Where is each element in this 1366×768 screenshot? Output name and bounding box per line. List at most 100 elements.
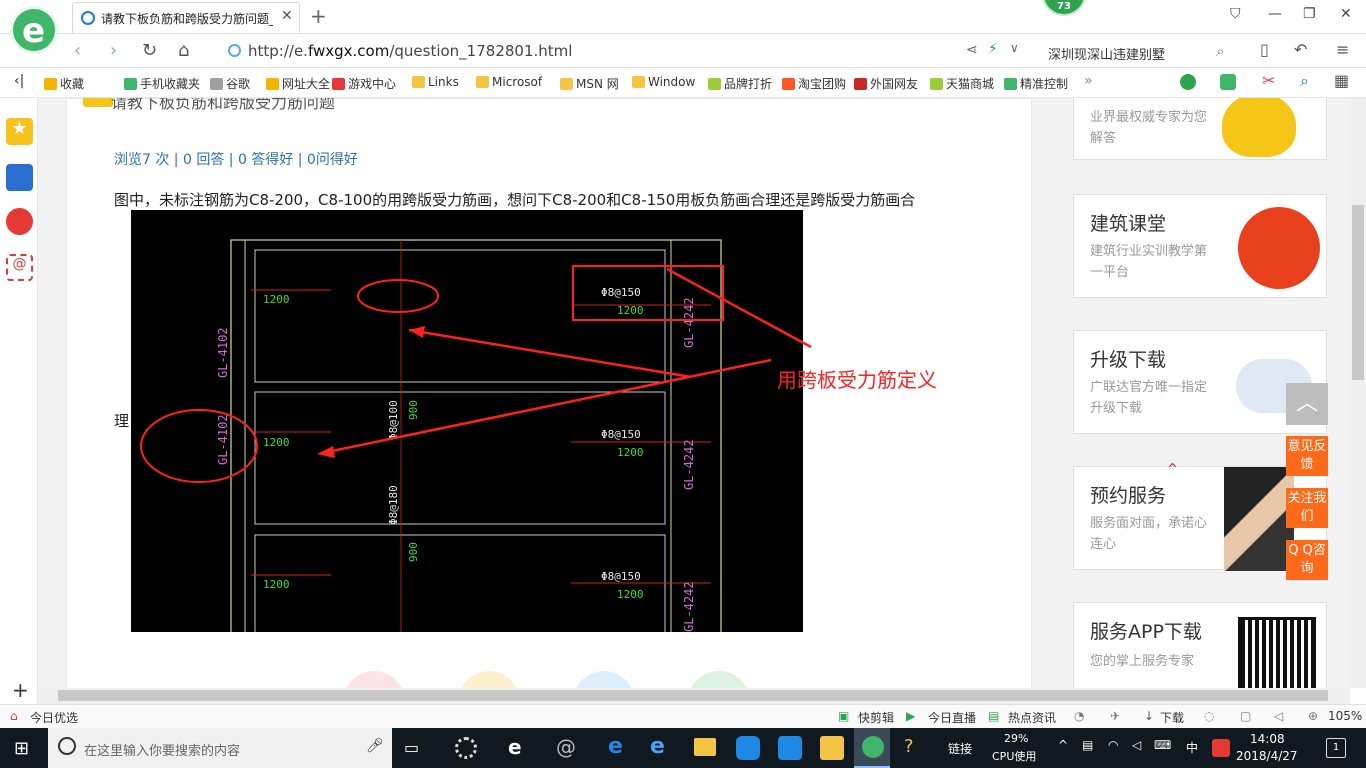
menu-icon[interactable]: ≡ xyxy=(1336,40,1349,59)
statusbar-item[interactable]: 今日直播 xyxy=(928,709,976,726)
sidebar-toggle-icon[interactable]: ‹| xyxy=(14,73,24,89)
vertical-scroll-thumb[interactable] xyxy=(1352,205,1364,380)
weibo-icon[interactable] xyxy=(6,208,33,235)
translate-icon[interactable] xyxy=(1220,74,1236,90)
feedback-button[interactable]: 意见反馈 xyxy=(1286,436,1328,476)
question-stats[interactable]: 浏览7 次 | 0 回答 | 0 答得好 | 0问得好 xyxy=(114,149,358,169)
back-icon[interactable]: ‹ xyxy=(74,40,81,61)
bookmark-item[interactable]: 品牌打折 xyxy=(708,75,772,92)
notification-badge[interactable]: 73 xyxy=(1042,0,1086,16)
bookmark-item[interactable]: 外国网友 xyxy=(854,75,918,92)
pinwheel-app-icon[interactable] xyxy=(455,737,477,759)
bookmark-item[interactable]: 天猫商城 xyxy=(930,75,994,92)
microphone-icon[interactable]: 🎤︎ xyxy=(366,738,384,754)
url-bar[interactable]: http://e.fwxgx.com/question_1782801.html… xyxy=(222,37,1030,65)
notes-app-icon[interactable] xyxy=(820,736,844,760)
bookmark-item[interactable]: 网址大全 xyxy=(266,75,330,92)
bookmark-item[interactable]: Microsof xyxy=(476,75,542,89)
search-box[interactable]: 深圳现深山违建别墅 ⌕ xyxy=(1040,37,1240,65)
bookmark-item[interactable]: 收藏 xyxy=(44,75,84,92)
clean-icon[interactable]: ◌ xyxy=(1204,709,1214,723)
taskbar-search[interactable]: 在这里输入你要搜索的内容 🎤︎ xyxy=(48,728,392,768)
download-link[interactable]: 下载 xyxy=(1160,709,1184,726)
pin-icon[interactable]: ✈ xyxy=(1110,709,1120,723)
action-circle[interactable] xyxy=(458,671,520,688)
clock-time[interactable]: 14:08 xyxy=(1250,732,1285,746)
wifi-icon[interactable]: ◠ xyxy=(1108,738,1118,752)
mail-icon[interactable]: @ xyxy=(6,254,33,281)
scissors-icon[interactable]: ✂ xyxy=(1262,71,1275,90)
follow-us-button[interactable]: 关注我们 xyxy=(1286,488,1328,528)
search-tool-icon[interactable]: ⌕ xyxy=(1300,71,1309,91)
help-app-icon[interactable]: ? xyxy=(904,736,914,757)
sound-icon[interactable]: ◁ xyxy=(1274,709,1283,723)
url-text[interactable]: http://e.fwxgx.com/question_1782801.html xyxy=(248,42,572,60)
bookmark-item[interactable]: 精准控制 xyxy=(1004,75,1068,92)
add-sidebar-icon[interactable]: + xyxy=(12,678,29,702)
shield-icon[interactable] xyxy=(1180,74,1196,90)
action-circle[interactable] xyxy=(688,671,750,688)
back-to-top-button[interactable]: ︿ xyxy=(1286,383,1328,425)
taskbar-search-input[interactable]: 在这里输入你要搜索的内容 xyxy=(84,740,240,759)
clock-date[interactable]: 2018/4/27 xyxy=(1236,749,1298,763)
action-circle[interactable] xyxy=(343,671,405,688)
sogou-ime-icon[interactable] xyxy=(1212,739,1230,757)
edge-icon[interactable]: e xyxy=(608,734,623,759)
reader-icon[interactable] xyxy=(6,164,33,191)
ime-indicator[interactable]: 中 xyxy=(1186,739,1198,756)
bookmark-item[interactable]: Window xyxy=(632,75,695,89)
side-card-app[interactable]: 服务APP下载 您的掌上服务专家 xyxy=(1073,602,1327,688)
new-tab-icon[interactable]: + xyxy=(310,4,327,28)
bookmark-item[interactable]: 游戏中心 xyxy=(332,75,396,92)
plus-app-icon[interactable] xyxy=(778,736,802,760)
side-card-course[interactable]: 建筑课堂 建筑行业实训教学第一平台 xyxy=(1073,194,1327,298)
more-bookmarks-icon[interactable]: » xyxy=(1084,73,1093,89)
keyboard-icon[interactable]: ⌨ xyxy=(1154,738,1171,752)
search-icon[interactable]: ⌕ xyxy=(1216,42,1224,60)
browser-tab[interactable]: 请教下板负筋和跨版受力筋问题_ ✕ xyxy=(72,2,300,33)
bookmark-item[interactable]: 淘宝团购 xyxy=(782,75,846,92)
side-card-expert[interactable]: 业界最权威专家为您解答 xyxy=(1073,98,1327,160)
today-picks-link[interactable]: 今日优选 xyxy=(30,709,78,726)
qq-consult-button[interactable]: Q Q咨询 xyxy=(1286,540,1328,580)
statusbar-item[interactable]: 快剪辑 xyxy=(858,709,894,726)
action-circle[interactable] xyxy=(573,671,635,688)
browser-running-icon[interactable] xyxy=(862,736,884,758)
forward-icon[interactable]: › xyxy=(110,40,117,61)
favorites-star-icon[interactable]: ★ xyxy=(6,118,33,145)
spiral-app-icon[interactable]: @ xyxy=(556,735,576,759)
undo-icon[interactable]: ↶ xyxy=(1294,40,1307,59)
bookmark-item[interactable]: Links xyxy=(412,75,459,89)
tray-app-icon[interactable]: ▤ xyxy=(1082,738,1093,752)
grid-icon[interactable]: ▦ xyxy=(1334,71,1349,90)
restore-icon[interactable]: ❐ xyxy=(1303,6,1316,22)
browser-app-icon[interactable]: e xyxy=(508,735,522,759)
minimize-icon[interactable]: — xyxy=(1268,6,1282,22)
refresh-icon[interactable]: ↻ xyxy=(142,40,157,61)
share-icon[interactable]: ⋖ xyxy=(966,42,978,58)
horizontal-scroll-thumb[interactable] xyxy=(58,690,1328,701)
glodon-app-icon[interactable] xyxy=(736,736,760,760)
browser-logo[interactable]: e xyxy=(10,6,58,54)
bookmark-item[interactable]: MSN 网 xyxy=(560,75,619,92)
tshirt-skin-icon[interactable]: ⛉ xyxy=(1230,6,1241,22)
mobile-icon[interactable]: ▯ xyxy=(1260,40,1269,59)
search-input[interactable]: 深圳现深山违建别墅 xyxy=(1048,44,1165,63)
tab-close-icon[interactable]: ✕ xyxy=(281,8,293,24)
statusbar-item[interactable]: 热点资讯 xyxy=(1008,709,1056,726)
speed-icon[interactable]: ◔ xyxy=(1074,709,1084,723)
ie-icon[interactable]: e xyxy=(650,734,665,759)
links-toolbar[interactable]: 链接 xyxy=(948,740,972,757)
explorer-icon[interactable] xyxy=(694,738,716,756)
window-icon[interactable]: ▢ xyxy=(1240,709,1251,723)
windows-start-icon[interactable]: ⊞ xyxy=(14,738,29,759)
bookmark-item[interactable]: 手机收藏夹 xyxy=(124,75,200,92)
lightning-icon[interactable]: ⚡ xyxy=(988,41,998,57)
home-icon[interactable]: ⌂ xyxy=(178,40,189,61)
vertical-scrollbar[interactable] xyxy=(1350,98,1366,688)
bookmark-item[interactable]: 谷歌 xyxy=(210,75,250,92)
zoom-level[interactable]: 105% xyxy=(1328,709,1362,723)
chevron-down-icon[interactable]: ∨ xyxy=(1010,41,1019,55)
task-view-icon[interactable]: ▭ xyxy=(404,738,419,757)
volume-icon[interactable]: ◁ xyxy=(1132,738,1141,752)
